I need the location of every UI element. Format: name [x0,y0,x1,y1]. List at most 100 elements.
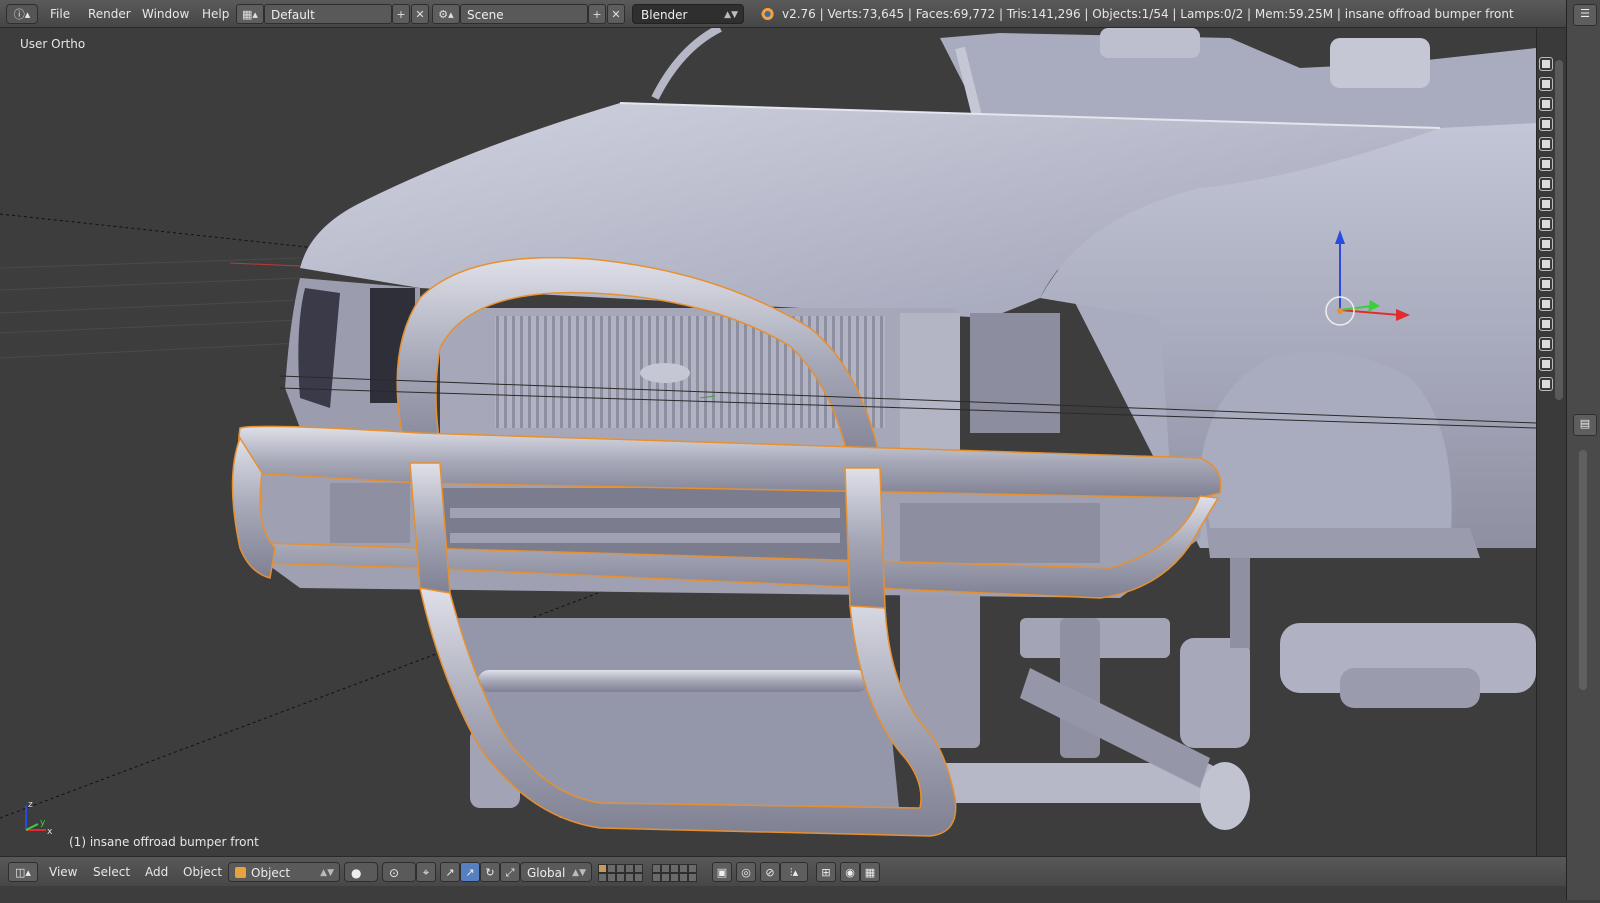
3d-view-icon: ◫▴ [15,866,31,879]
add-layout-icon[interactable]: + [392,4,410,24]
render-engine-dropdown[interactable]: Blender Render ▲▼ [632,4,744,42]
rotate-manipulator-icon[interactable]: ↻ [480,862,500,882]
scene-render [0,28,1537,837]
chevron-updown-icon: ▲▼ [724,10,738,20]
render-still-icon[interactable]: ◉ [840,862,860,882]
info-header: ⓘ▴ File Render Window Help ▦▴ Default + … [0,0,1600,42]
axis-z-label: z [28,800,33,810]
layer-cell[interactable] [661,864,670,873]
menu-select[interactable]: Select [88,862,135,882]
layer-cell[interactable] [607,864,616,873]
manipulator-toggle-icon[interactable]: ⌖ [416,862,436,882]
object-mode-icon [235,867,246,878]
3d-view-header: ◫▴ View Select Add Object Object Mode ▲▼… [0,856,1566,900]
render-restrict-icon[interactable] [1539,337,1553,351]
layer-cell[interactable] [634,873,643,882]
menu-render[interactable]: Render [82,4,137,24]
layer-cell[interactable] [661,873,670,882]
render-restrict-icon[interactable] [1539,97,1553,111]
layer-cell[interactable] [688,864,697,873]
layer-cell[interactable] [598,873,607,882]
layers-group-1[interactable] [598,864,644,882]
render-animation-icon[interactable]: ▦ [860,862,880,882]
layer-cell[interactable] [688,873,697,882]
render-restrict-icon[interactable] [1539,377,1553,391]
delete-layout-icon[interactable]: ✕ [411,4,429,24]
render-restrict-icon[interactable] [1539,57,1553,71]
translate-manipulator-icon[interactable]: ↗ [440,862,460,882]
view-label: User Ortho [20,37,86,51]
delete-scene-icon[interactable]: ✕ [607,4,625,24]
outliner-restrict-column [1536,28,1566,856]
render-restrict-icon[interactable] [1539,357,1553,371]
layers-group-2[interactable] [652,864,698,882]
menu-window[interactable]: Window [136,4,195,24]
axis-orientation-widget: z y x [25,800,53,837]
layer-cell[interactable] [616,873,625,882]
pivot-point-dropdown[interactable]: ⊙ [382,862,416,882]
scene-field[interactable]: Scene [460,4,588,24]
transform-orientation-dropdown[interactable]: Global ▲▼ [520,862,592,882]
chevron-updown-icon: ▲▼ [320,868,334,878]
layer-cell[interactable] [607,873,616,882]
render-restrict-icon[interactable] [1539,277,1553,291]
axis-x-label: x [47,827,53,837]
render-restrict-icon[interactable] [1539,257,1553,271]
render-restrict-icon[interactable] [1539,117,1553,131]
menu-add[interactable]: Add [140,862,173,882]
menu-file[interactable]: File [44,4,76,24]
render-restrict-icon[interactable] [1539,157,1553,171]
properties-editor-icon[interactable]: ▤ [1573,414,1597,436]
layer-cell[interactable] [634,864,643,873]
layer-cell[interactable] [670,864,679,873]
layer-cell[interactable] [625,873,634,882]
layer-cell[interactable] [652,873,661,882]
render-restrict-icon[interactable] [1539,237,1553,251]
render-restrict-icon[interactable] [1539,77,1553,91]
screen-layout-icon[interactable]: ▦▴ [236,4,264,24]
render-restrict-icon[interactable] [1539,317,1553,331]
scale-manipulator-icon[interactable]: ⤢ [500,862,520,882]
viewport-shading-dropdown[interactable]: ● [344,862,378,882]
outliner-editor-icon[interactable]: ☰ [1573,4,1597,26]
menu-view[interactable]: View [44,862,82,882]
pivot-icon: ⊙ [389,866,400,880]
render-restrict-icon[interactable] [1539,197,1553,211]
info-icon: ⓘ▴ [13,8,31,21]
layer-cell[interactable] [679,873,688,882]
menu-object[interactable]: Object [178,862,227,882]
layer-cell[interactable] [616,864,625,873]
active-object-label: (1) insane offroad bumper front [69,835,259,849]
outliner-scrollbar[interactable] [1555,60,1563,400]
editor-type-button[interactable]: ⓘ▴ [6,4,38,24]
render-restrict-icon[interactable] [1539,297,1553,311]
chevron-updown-icon: ▲▼ [572,868,586,878]
translate-active-icon[interactable]: ↗ [460,862,480,882]
status-filler [0,886,1566,900]
3d-viewport[interactable]: User Ortho (1) insane offroad bumper fro… [0,28,1566,856]
layer-cell[interactable] [598,864,607,873]
screen-layout-field[interactable]: Default [264,4,392,24]
lock-camera-icon[interactable]: ▣ [712,862,732,882]
snap-element-icon[interactable]: ⫶▴ [780,862,808,882]
scene-icon[interactable]: ⚙▴ [432,4,460,24]
render-restrict-icon[interactable] [1539,217,1553,231]
snap-icon[interactable]: ⊘ [760,862,780,882]
layer-cell[interactable] [670,873,679,882]
layer-cell[interactable] [625,864,634,873]
solid-shading-icon: ● [351,866,362,880]
render-layer-icon[interactable]: ⊞ [816,862,836,882]
interaction-mode-dropdown[interactable]: Object Mode ▲▼ [228,862,340,900]
add-scene-icon[interactable]: + [588,4,606,24]
blender-logo-icon [758,6,774,22]
layer-cell[interactable] [652,864,661,873]
render-restrict-icon[interactable] [1539,137,1553,151]
axis-y-label: y [40,818,46,828]
proportional-edit-icon[interactable]: ◎ [736,862,756,882]
orientation-label: Global [527,866,566,880]
layer-cell[interactable] [679,864,688,873]
menu-help[interactable]: Help [196,4,235,24]
render-restrict-icon[interactable] [1539,177,1553,191]
properties-scrollbar[interactable] [1579,450,1587,690]
editor-type-3dview-button[interactable]: ◫▴ [8,862,38,882]
